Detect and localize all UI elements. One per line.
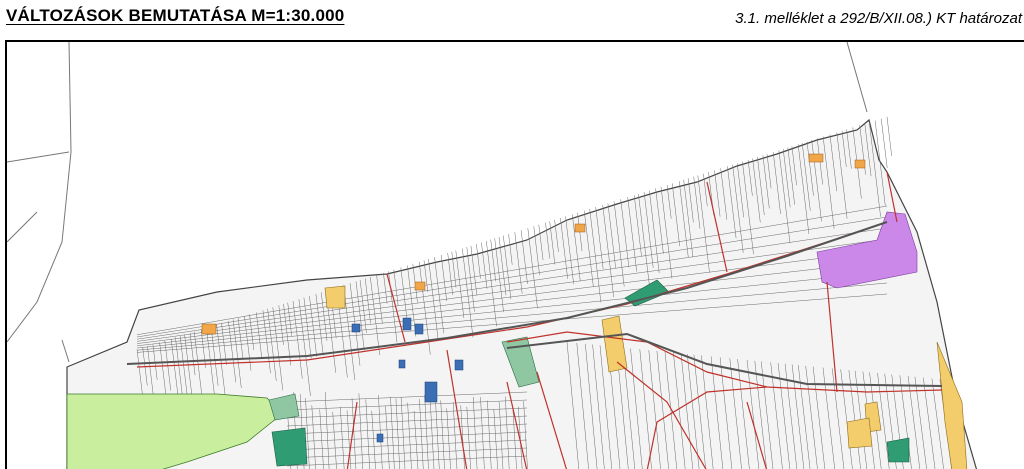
map-title: VÁLTOZÁSOK BEMUTATÁSA M=1:30.000 (6, 6, 345, 25)
map-frame (5, 40, 1024, 469)
parcel-line (886, 116, 892, 157)
annex-reference: 3.1. melléklet a 292/B/XII.08.) KT határ… (735, 10, 1022, 27)
city-map (7, 42, 978, 469)
parcel-line (880, 118, 888, 168)
